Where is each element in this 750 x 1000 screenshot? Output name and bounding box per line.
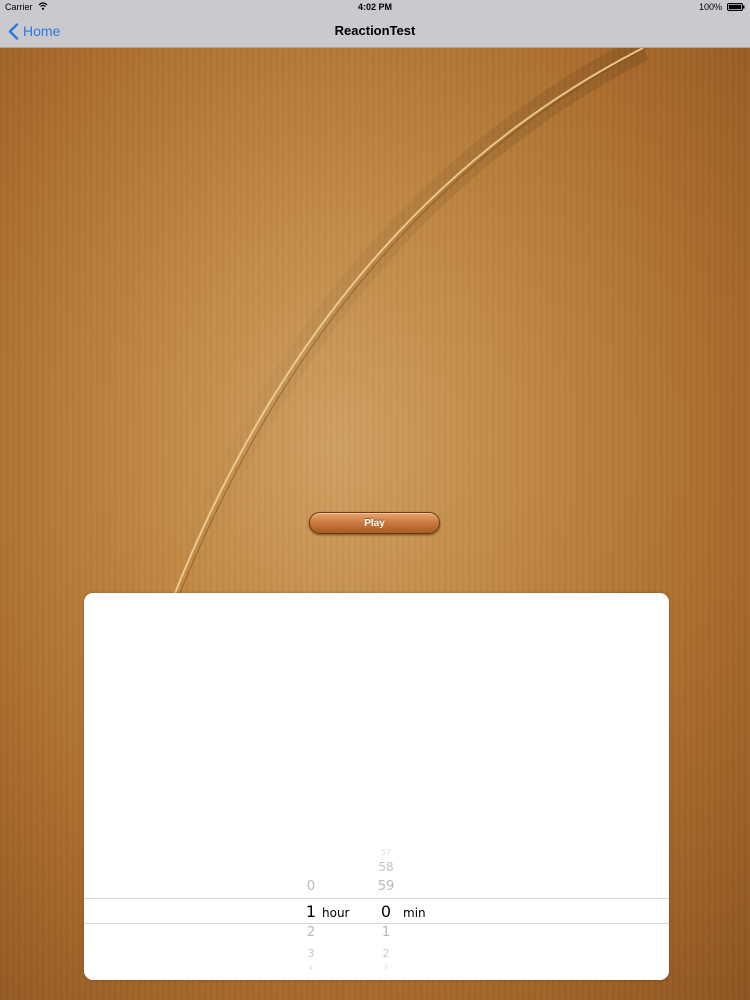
hour-option[interactable]: 2 [291,925,331,940]
status-time: 4:02 PM [357,2,392,12]
hour-unit-label: hour [322,906,350,920]
minute-unit-label: min [403,906,426,920]
minute-selected[interactable]: 0 [366,902,406,921]
hour-option[interactable]: 0 [291,879,331,894]
battery-percent: 100% [698,2,722,12]
status-bar: Carrier 4:02 PM 100% [0,0,750,15]
minute-option[interactable]: 59 [366,879,406,894]
battery-icon [727,3,745,11]
screen: Carrier 4:02 PM 100% Home ReactionTest P… [0,0,750,1000]
time-picker-panel: 0 1 hour 2 3 4 57 58 59 0 min 1 2 3 [84,593,669,980]
play-button[interactable]: Play [309,512,440,534]
minute-option[interactable]: 2 [366,947,406,960]
minute-picker-column[interactable]: 57 58 59 0 min 1 2 3 [366,593,466,980]
minute-option[interactable]: 57 [366,848,406,857]
minute-option[interactable]: 58 [366,860,406,874]
minute-option[interactable]: 1 [366,925,406,940]
page-title: ReactionTest [334,23,416,38]
hour-option[interactable]: 3 [291,947,331,960]
navigation-bar: Home ReactionTest [0,15,750,48]
minute-option[interactable]: 3 [366,964,406,972]
hour-option[interactable]: 4 [291,964,331,972]
